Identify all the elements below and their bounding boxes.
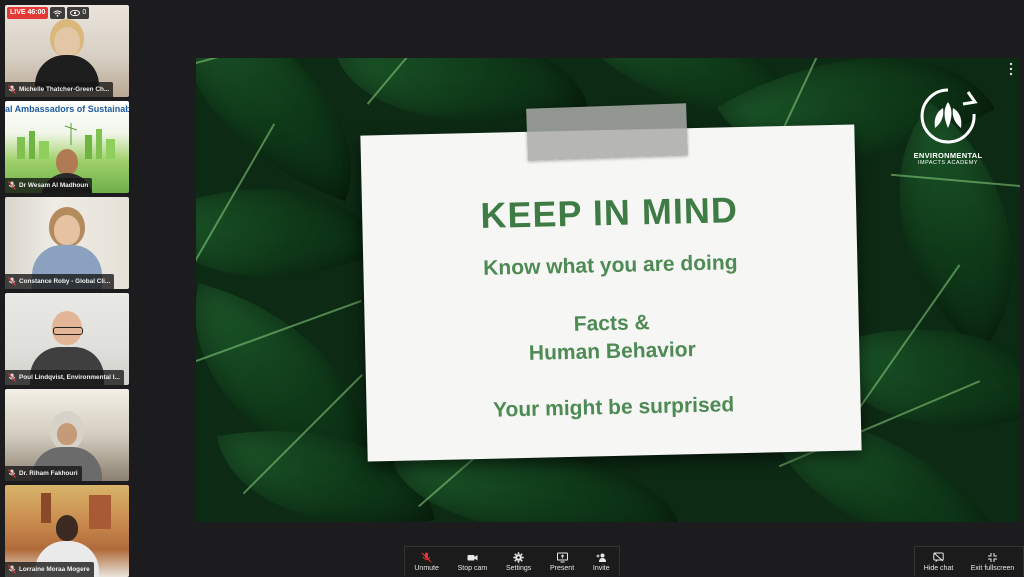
more-options-icon[interactable] — [1008, 62, 1014, 76]
viewer-count: 0 — [67, 7, 90, 19]
mic-muted-icon — [421, 552, 432, 562]
participant-name: Poul Lindqvist, Environmental I... — [19, 374, 120, 381]
present-label: Present — [550, 564, 575, 572]
present-screen-icon — [556, 552, 568, 562]
wall-decoration — [89, 495, 111, 529]
participant-name: Dr Wesam Al Madhoun — [19, 182, 89, 189]
participant-face — [56, 515, 78, 541]
participant-tile[interactable]: Poul Lindqvist, Environmental I... — [5, 293, 129, 385]
slide-line: Your might be surprised — [492, 393, 735, 422]
add-person-icon — [596, 553, 606, 562]
exit-fullscreen-icon — [987, 552, 997, 562]
brand-name: ENVIRONMENTAL — [913, 151, 983, 160]
hide-chat-button[interactable]: Hide chat — [923, 552, 954, 572]
shared-screen: ENVIRONMENTAL IMPACTS ACADEMY KEEP IN MI… — [196, 58, 1020, 522]
participant-tile[interactable]: Lorraine Moraa Mogere — [5, 485, 129, 577]
slide-title: KEEP IN MIND — [480, 189, 739, 236]
present-button[interactable]: Present — [550, 552, 574, 572]
participant-nameplate: Dr. Riham Fakhouri — [5, 466, 82, 481]
brand-logo: ENVIRONMENTAL IMPACTS ACADEMY — [904, 84, 992, 166]
participant-face — [54, 215, 80, 245]
participant-nameplate: Poul Lindqvist, Environmental I... — [5, 370, 124, 385]
eye-icon — [70, 10, 81, 16]
slide-line: Know what you are doing — [482, 251, 738, 280]
unmute-button[interactable]: Unmute — [414, 552, 439, 572]
viewer-count-value: 0 — [82, 9, 87, 16]
hide-chat-label: Hide chat — [923, 564, 954, 572]
participant-nameplate: Michelle Thatcher-Green Ch... — [5, 82, 114, 97]
settings-button[interactable]: Settings — [505, 551, 532, 572]
settings-label: Settings — [505, 564, 532, 572]
wifi-icon — [50, 7, 66, 19]
invite-label: Invite — [592, 564, 610, 572]
mic-muted-icon — [8, 373, 16, 382]
participant-face — [57, 423, 77, 445]
virtual-background-banner: al Ambassadors of Sustainab — [5, 104, 129, 114]
participant-nameplate: Dr Wesam Al Madhoun — [5, 178, 93, 193]
gear-icon — [513, 551, 524, 563]
mic-muted-icon — [8, 181, 16, 190]
tape-graphic — [526, 103, 688, 161]
stop-cam-label: Stop cam — [457, 564, 488, 572]
live-badge: LIVE 46:00 — [7, 7, 49, 19]
participant-name: Michelle Thatcher-Green Ch... — [19, 86, 110, 93]
mic-muted-icon — [8, 277, 16, 286]
meeting-controls: Unmute Stop cam Settings Present Invite — [404, 546, 620, 576]
exit-fullscreen-button[interactable]: Exit fullscreen — [970, 552, 1015, 572]
invite-button[interactable]: Invite — [593, 552, 610, 572]
participant-nameplate: Constance Roby - Global Cli... — [5, 274, 115, 289]
participant-face — [54, 27, 80, 57]
glasses-graphic — [53, 327, 83, 335]
slide-card: KEEP IN MIND Know what you are doing Fac… — [360, 124, 862, 462]
participant-name: Lorraine Moraa Mogere — [19, 566, 90, 573]
participant-nameplate: Lorraine Moraa Mogere — [5, 562, 94, 577]
exit-fullscreen-label: Exit fullscreen — [970, 564, 1015, 572]
wall-decoration — [41, 493, 51, 523]
live-status-bar: LIVE 46:00 0 — [7, 7, 90, 19]
participant-name: Dr. Riham Fakhouri — [19, 470, 78, 477]
mic-muted-icon — [8, 85, 16, 94]
stop-cam-button[interactable]: Stop cam — [457, 552, 488, 572]
mic-muted-icon — [8, 469, 16, 478]
participant-name: Constance Roby - Global Cli... — [19, 278, 111, 285]
view-controls: Hide chat Exit fullscreen — [914, 546, 1024, 576]
unmute-label: Unmute — [414, 564, 439, 572]
leaf-cycle-logo-icon — [920, 88, 978, 144]
participant-tile[interactable]: al Ambassadors of Sustainab Dr Wesam Al … — [5, 101, 129, 193]
brand-subtitle: IMPACTS ACADEMY — [918, 160, 978, 166]
participant-tile[interactable]: LIVE 46:00 0 Michelle Thatcher-Green Ch.… — [5, 5, 129, 97]
participant-tile[interactable]: Constance Roby - Global Cli... — [5, 197, 129, 289]
camera-icon — [467, 554, 478, 560]
participant-face — [56, 149, 78, 175]
chat-hidden-icon — [933, 552, 944, 562]
participant-tile[interactable]: Dr. Riham Fakhouri — [5, 389, 129, 481]
mic-muted-icon — [8, 565, 16, 574]
